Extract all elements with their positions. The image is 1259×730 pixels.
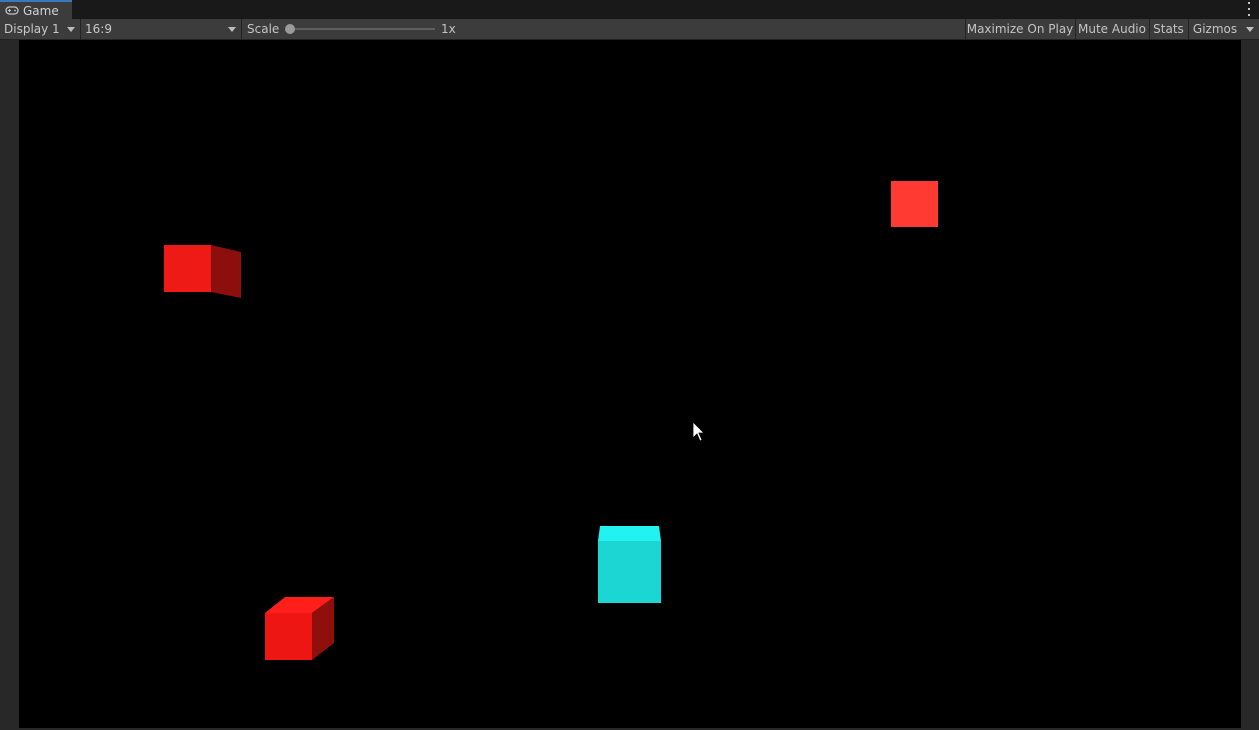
chevron-down-icon bbox=[228, 27, 236, 32]
stats-button[interactable]: Stats bbox=[1150, 19, 1187, 39]
scale-label: Scale bbox=[247, 22, 280, 36]
chevron-down-icon bbox=[1246, 27, 1254, 32]
game-viewport[interactable] bbox=[19, 40, 1241, 728]
gizmos-dropdown[interactable] bbox=[1241, 19, 1259, 39]
red-cube-3 bbox=[265, 597, 334, 660]
chevron-down-icon bbox=[67, 27, 75, 32]
gamepad-icon bbox=[5, 6, 19, 15]
scale-value: 1x bbox=[441, 22, 456, 36]
scale-slider-thumb[interactable] bbox=[285, 24, 295, 34]
mouse-cursor-icon bbox=[692, 421, 705, 442]
gizmos-button[interactable]: Gizmos bbox=[1189, 19, 1241, 39]
red-cube-1 bbox=[164, 245, 241, 298]
aspect-ratio-label: 16:9 bbox=[85, 22, 112, 36]
tab-label: Game bbox=[23, 3, 59, 18]
game-toolbar: Display 1 16:9 Scale 1x Maximize On Play… bbox=[0, 19, 1259, 40]
tab-bar: Game bbox=[0, 0, 1259, 19]
red-cube-2 bbox=[891, 181, 938, 227]
more-options-icon[interactable] bbox=[1247, 2, 1251, 16]
tab-game[interactable]: Game bbox=[0, 0, 72, 19]
mute-audio-button[interactable]: Mute Audio bbox=[1076, 19, 1148, 39]
scale-slider-track[interactable] bbox=[290, 28, 435, 30]
display-dropdown-label: Display 1 bbox=[4, 22, 60, 36]
maximize-on-play-button[interactable]: Maximize On Play bbox=[966, 19, 1074, 39]
aspect-ratio-dropdown[interactable]: 16:9 bbox=[81, 19, 241, 39]
game-scene bbox=[164, 181, 938, 660]
divider bbox=[241, 19, 242, 39]
cyan-cube bbox=[598, 526, 661, 603]
display-dropdown[interactable]: Display 1 bbox=[0, 19, 80, 39]
